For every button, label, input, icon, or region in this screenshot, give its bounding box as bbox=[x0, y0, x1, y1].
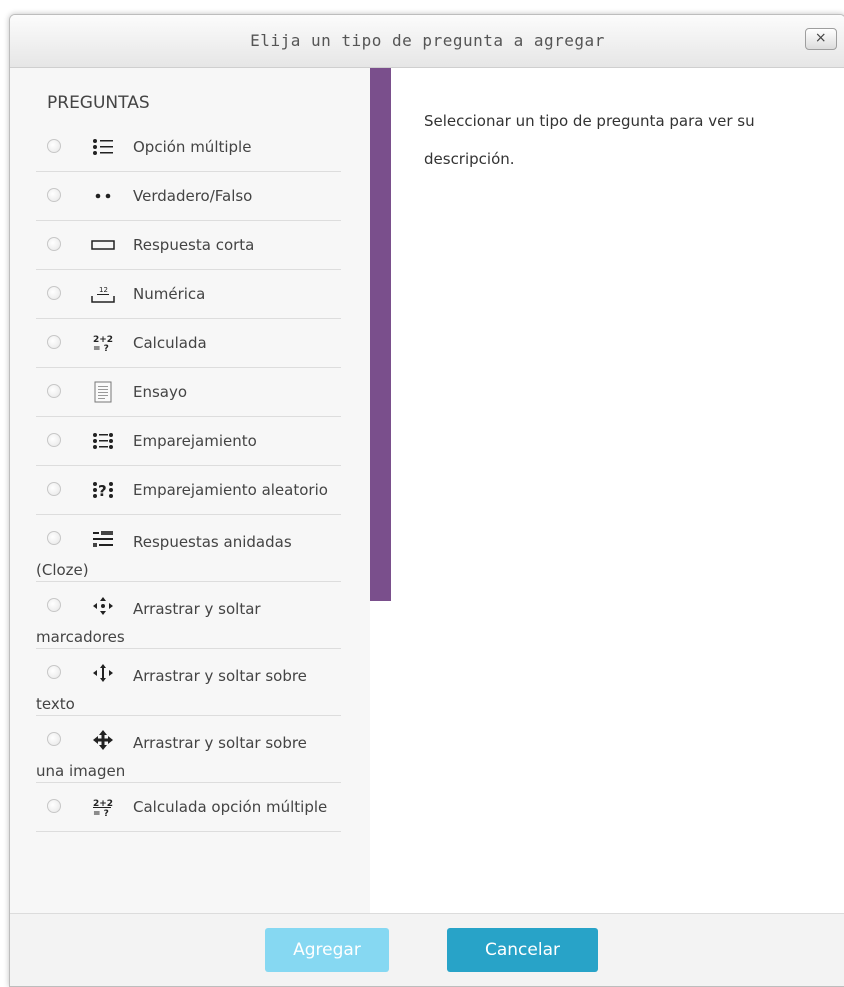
randommatching-icon: ? bbox=[90, 479, 116, 501]
truefalse-icon bbox=[90, 185, 116, 207]
question-type-list-panel: PREGUNTAS Opción múltiple Verdadero/Fals… bbox=[10, 68, 370, 913]
question-type-label: Emparejamiento aleatorio bbox=[133, 481, 328, 499]
description-panel: Seleccionar un tipo de pregunta para ver… bbox=[391, 68, 844, 913]
add-button[interactable]: Agregar bbox=[265, 928, 389, 972]
question-type-label: Respuestas anidadas (Cloze) bbox=[36, 533, 292, 579]
calculated-icon: 2+2 = ? bbox=[90, 332, 116, 354]
question-type-item[interactable]: Verdadero/Falso bbox=[36, 172, 341, 221]
radio-button[interactable] bbox=[47, 482, 61, 496]
question-type-item[interactable]: Arrastrar y soltar sobre texto bbox=[36, 649, 341, 716]
radio-button[interactable] bbox=[47, 139, 61, 153]
question-type-item[interactable]: Respuesta corta bbox=[36, 221, 341, 270]
section-title: PREGUNTAS bbox=[47, 93, 150, 113]
selection-highlight-bar bbox=[370, 68, 391, 601]
question-type-item[interactable]: Respuestas anidadas (Cloze) bbox=[36, 515, 341, 582]
question-type-item[interactable]: 2+2 = ? Calculada opción múltiple bbox=[36, 783, 341, 832]
question-type-item[interactable]: Emparejamiento bbox=[36, 417, 341, 466]
question-type-label: Ensayo bbox=[133, 383, 188, 401]
question-type-label: Calculada opción múltiple bbox=[133, 798, 328, 816]
matching-icon bbox=[90, 430, 116, 452]
essay-icon bbox=[90, 381, 116, 403]
question-type-label: Calculada bbox=[133, 334, 207, 352]
radio-button[interactable] bbox=[47, 335, 61, 349]
svg-text:12: 12 bbox=[99, 286, 108, 294]
question-type-label: Arrastrar y soltar sobre una imagen bbox=[36, 734, 307, 780]
shortanswer-icon bbox=[90, 234, 116, 256]
dialog-header: Elija un tipo de pregunta a agregar × bbox=[10, 15, 844, 68]
question-type-item[interactable]: Ensayo bbox=[36, 368, 341, 417]
question-type-label: Verdadero/Falso bbox=[133, 187, 253, 205]
close-button[interactable]: × bbox=[805, 28, 837, 50]
question-type-label: Numérica bbox=[133, 285, 206, 303]
question-type-label: Arrastrar y soltar sobre texto bbox=[36, 667, 307, 713]
calculated-multichoice-icon: 2+2 = ? bbox=[90, 796, 116, 818]
question-type-item[interactable]: ? Emparejamiento aleatorio bbox=[36, 466, 341, 515]
svg-text:= ?: = ? bbox=[93, 809, 109, 817]
numerical-icon: 12 bbox=[90, 283, 116, 305]
question-type-item[interactable]: Arrastrar y soltar sobre una imagen bbox=[36, 716, 341, 783]
question-type-label: Respuesta corta bbox=[133, 236, 255, 254]
question-type-item[interactable]: Opción múltiple bbox=[36, 123, 341, 172]
radio-button[interactable] bbox=[47, 433, 61, 447]
multichoice-icon bbox=[90, 136, 116, 158]
radio-button[interactable] bbox=[47, 286, 61, 300]
svg-text:= ?: = ? bbox=[93, 344, 109, 353]
radio-button[interactable] bbox=[47, 799, 61, 813]
question-type-label: Emparejamiento bbox=[133, 432, 257, 450]
question-type-dialog: Elija un tipo de pregunta a agregar × PR… bbox=[9, 14, 844, 987]
question-type-label: Arrastrar y soltar marcadores bbox=[36, 600, 261, 646]
radio-button[interactable] bbox=[47, 384, 61, 398]
question-type-item[interactable]: 12 Numérica bbox=[36, 270, 341, 319]
radio-button[interactable] bbox=[47, 188, 61, 202]
dialog-footer: Agregar Cancelar bbox=[10, 913, 844, 986]
question-type-list: Opción múltiple Verdadero/Falso Respuest… bbox=[10, 123, 370, 832]
question-type-label: Opción múltiple bbox=[133, 138, 252, 156]
cancel-button[interactable]: Cancelar bbox=[447, 928, 598, 972]
svg-text:?: ? bbox=[98, 482, 107, 500]
question-type-item[interactable]: Arrastrar y soltar marcadores bbox=[36, 582, 341, 649]
dialog-title: Elija un tipo de pregunta a agregar bbox=[250, 31, 605, 50]
description-text: Seleccionar un tipo de pregunta para ver… bbox=[424, 112, 755, 168]
radio-button[interactable] bbox=[47, 237, 61, 251]
question-type-item[interactable]: 2+2 = ? Calculada bbox=[36, 319, 341, 368]
